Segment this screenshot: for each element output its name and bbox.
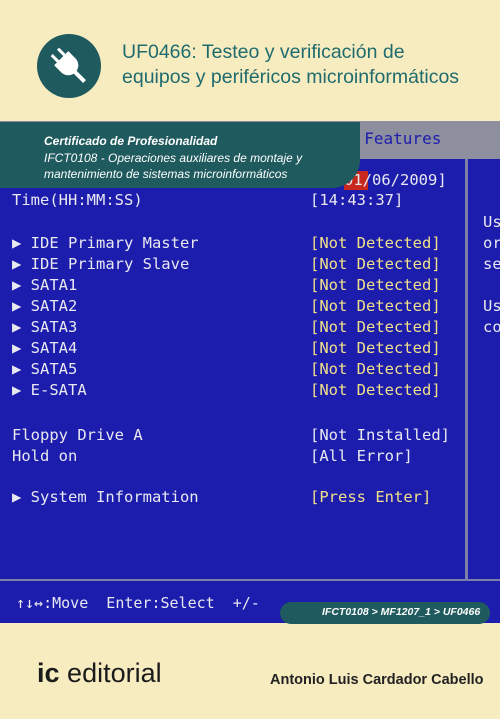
bios-divider	[465, 159, 468, 579]
bios-time-value: [14:43:37]	[310, 191, 404, 209]
bios-row-label: ▶ SATA2	[12, 297, 78, 315]
certificate-banner: Certificado de Profesionalidad IFCT0108 …	[0, 122, 360, 188]
bios-help-fragment: or	[483, 234, 500, 252]
bios-floppy-value: [Not Installed]	[310, 426, 450, 444]
author-name: Antonio Luis Cardador Cabello	[270, 672, 484, 688]
breadcrumb-tag: IFCT0108 > MF1207_1 > UF0466	[280, 602, 490, 624]
bios-help-fragment: Us	[483, 213, 500, 231]
publisher-logo: ic editorial	[37, 658, 162, 689]
bios-row-value: [Not Detected]	[310, 276, 441, 294]
certificate-line2: mantenimiento de sistemas microinformáti…	[44, 167, 288, 181]
publisher-name: editorial	[67, 658, 162, 688]
bios-hold-label: Hold on	[12, 447, 78, 465]
bios-help-fragment: Us	[483, 297, 500, 315]
bios-row-value: [Not Detected]	[310, 381, 441, 399]
bios-footer-text: ↑↓↔:Move Enter:Select +/-	[16, 594, 260, 612]
plug-icon	[37, 34, 101, 98]
bios-floppy-label: Floppy Drive A	[12, 426, 143, 444]
bios-sysinfo-label: ▶ System Information	[12, 488, 199, 506]
bios-screenshot: S Features 01/06/2009] Time(HH:MM:SS) [1…	[0, 121, 500, 623]
book-title-line2: equipos y periféricos microinformáticos	[122, 66, 460, 88]
bios-date-value: 01/06/2009]	[344, 171, 447, 189]
bios-row-value: [Not Detected]	[310, 297, 441, 315]
certificate-line1: IFCT0108 - Operaciones auxiliares de mon…	[44, 151, 303, 165]
certificate-heading: Certificado de Profesionalidad	[44, 134, 218, 148]
bios-row-value: [Not Detected]	[310, 318, 441, 336]
book-title: UF0466: Testeo y verificación de equipos…	[122, 40, 492, 90]
bios-hold-value: [All Error]	[310, 447, 413, 465]
bios-row-label: ▶ IDE Primary Master	[12, 234, 199, 252]
publisher-prefix: ic	[37, 658, 60, 688]
bios-time-label: Time(HH:MM:SS)	[12, 191, 143, 209]
book-title-line1: UF0466: Testeo y verificación de	[122, 41, 405, 63]
bios-row-value: [Not Detected]	[310, 255, 441, 273]
bios-row-label: ▶ SATA5	[12, 360, 78, 378]
bios-row-label: ▶ E-SATA	[12, 381, 87, 399]
bios-row-value: [Not Detected]	[310, 360, 441, 378]
cover-top: UF0466: Testeo y verificación de equipos…	[0, 0, 500, 120]
bios-row-label: ▶ SATA3	[12, 318, 78, 336]
bios-row-label: ▶ SATA1	[12, 276, 78, 294]
bios-help-fragment: co	[483, 318, 500, 336]
bios-row-value: [Not Detected]	[310, 339, 441, 357]
bios-sysinfo-value: [Press Enter]	[310, 488, 432, 506]
breadcrumb: IFCT0108 > MF1207_1 > UF0466	[322, 606, 481, 618]
bios-row-label: ▶ IDE Primary Slave	[12, 255, 190, 273]
bios-row-value: [Not Detected]	[310, 234, 441, 252]
bios-help-fragment: se	[483, 255, 500, 273]
bios-row-label: ▶ SATA4	[12, 339, 78, 357]
